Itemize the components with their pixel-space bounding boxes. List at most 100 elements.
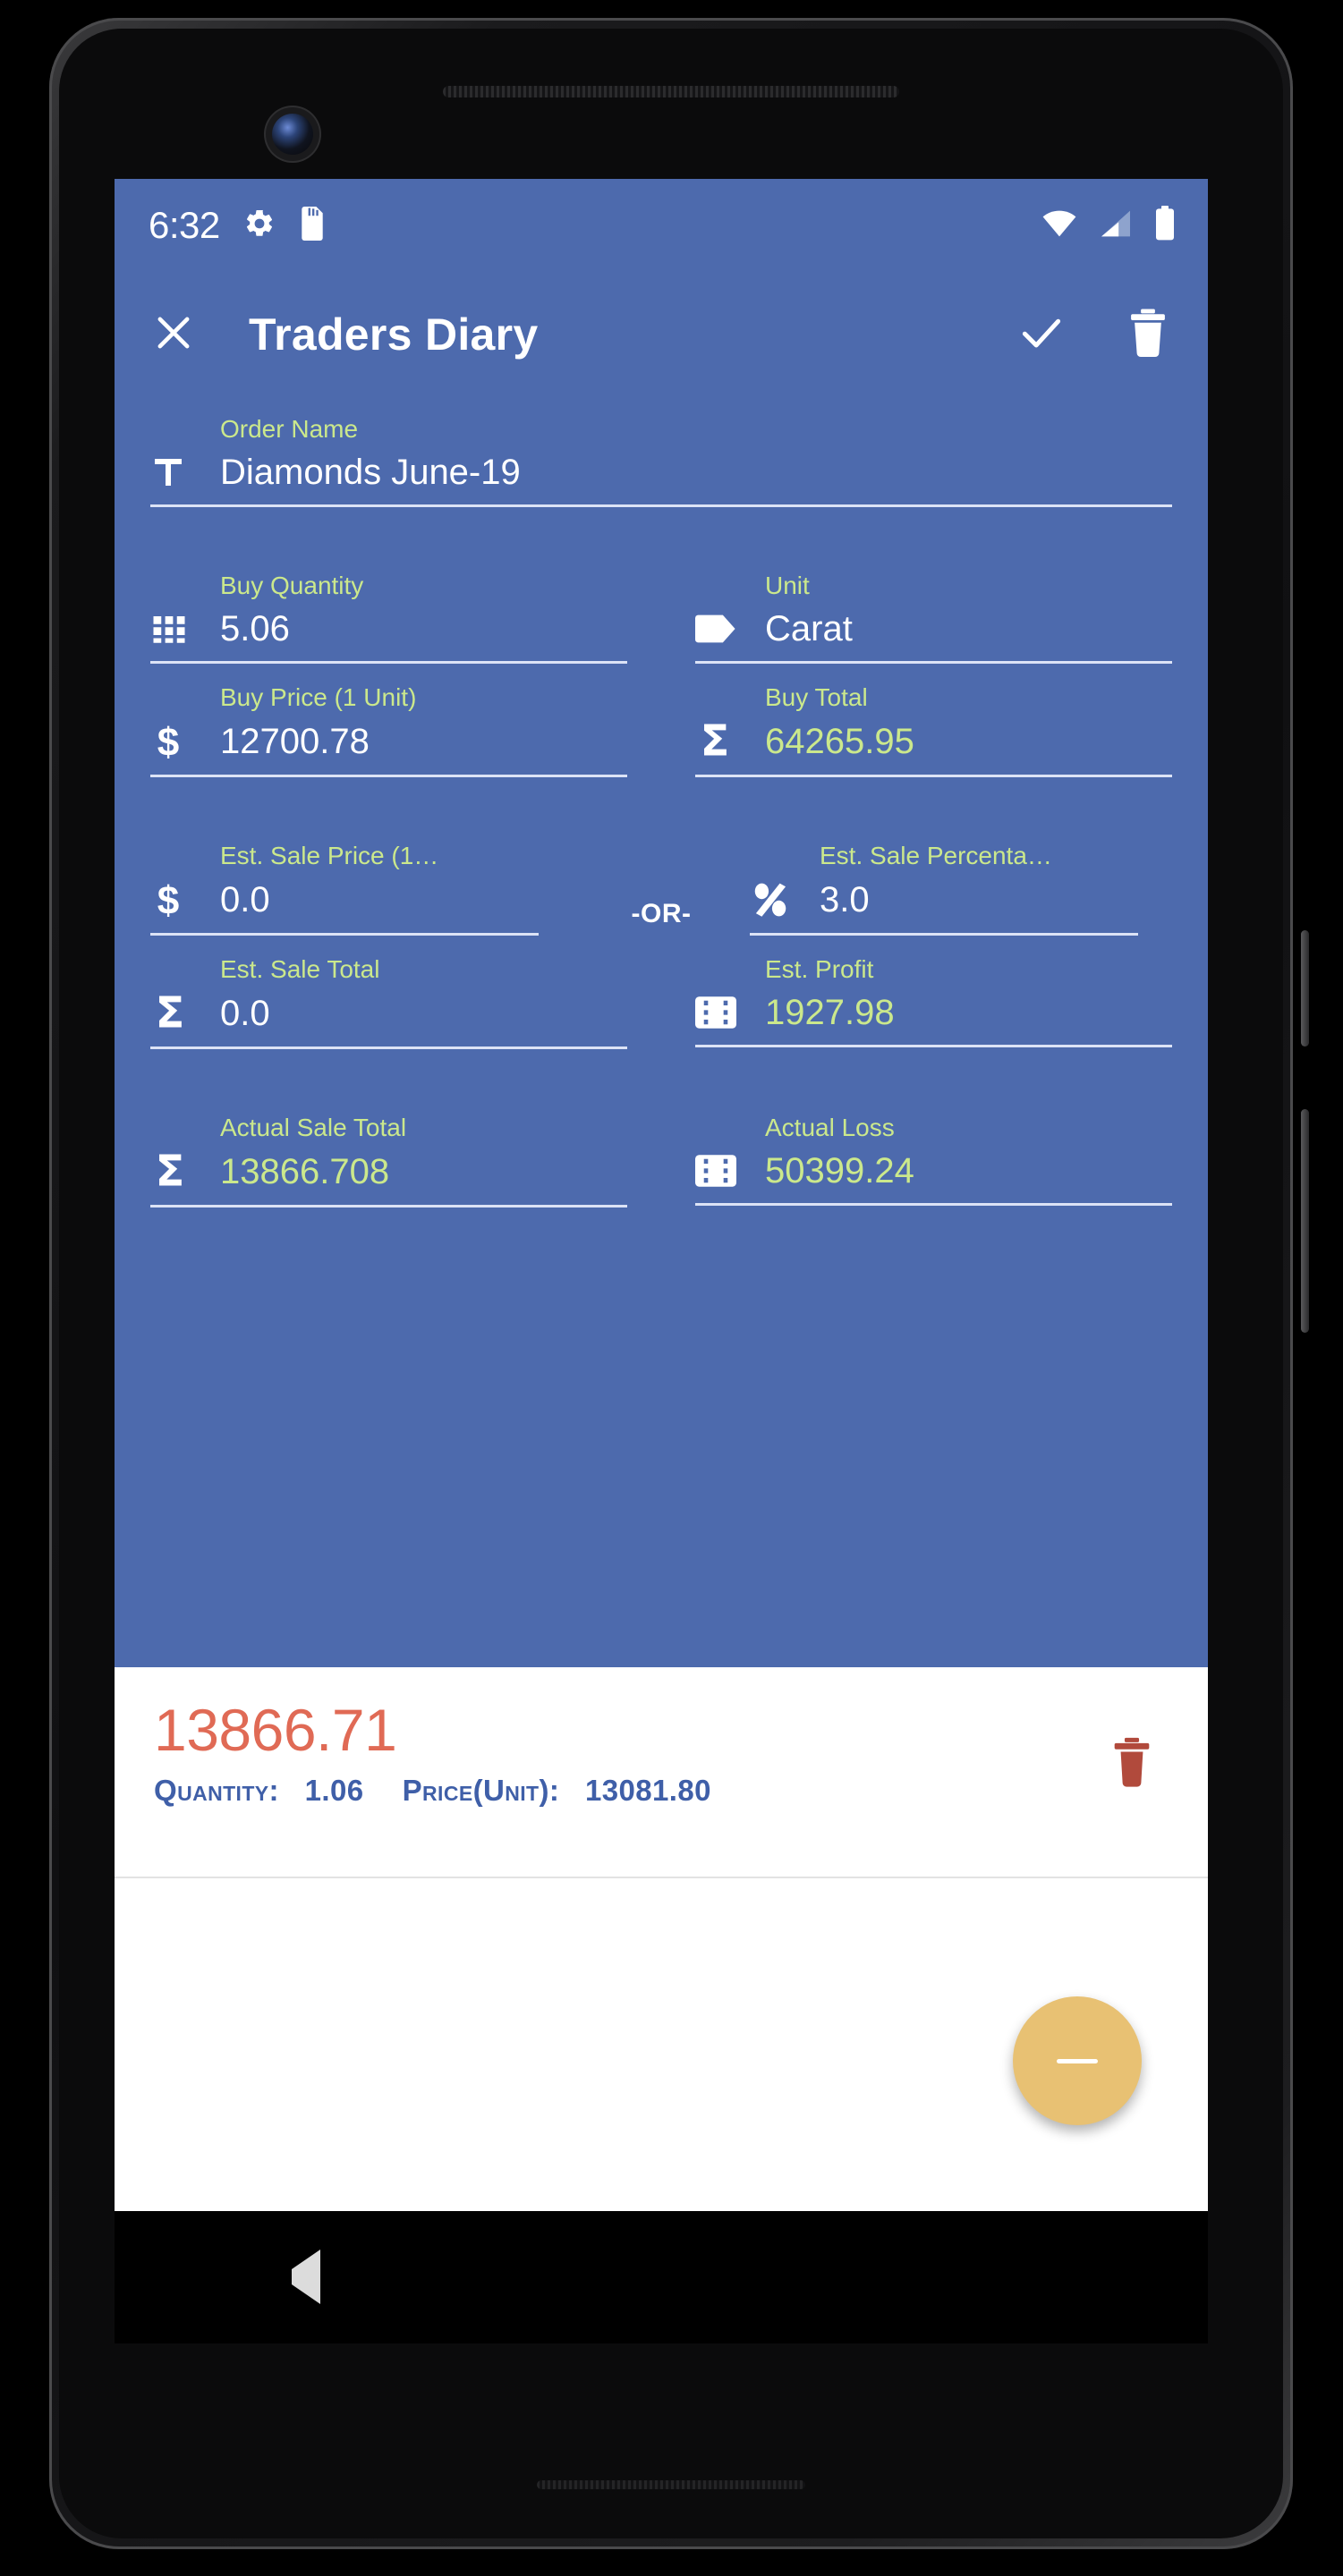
sigma-icon: Σ xyxy=(695,721,765,762)
entries-sheet: 13866.71 Quantity: 1.06 Price(Unit): 130… xyxy=(115,1667,1208,2211)
field-underline xyxy=(695,661,1172,664)
earpiece-speaker xyxy=(443,86,899,97)
field-value: 0.0 xyxy=(220,880,270,919)
field-underline xyxy=(150,775,627,777)
field-value: 0.0 xyxy=(220,994,270,1033)
form-row-actual: Actual Sale Total Σ 13866.708 Actual Los… xyxy=(150,1114,1172,1208)
or-separator-label: -OR- xyxy=(631,899,692,928)
field-underline xyxy=(695,1045,1172,1047)
field-underline xyxy=(150,933,539,936)
svg-text:Σ: Σ xyxy=(156,1151,185,1192)
field-label: Est. Sale Percenta… xyxy=(820,842,1052,869)
entry-amount: 13866.71 xyxy=(154,1697,397,1763)
form-row-est-sale: Est. Sale Price (1… $ 0.0 -OR- Est. Sale… xyxy=(150,842,1172,936)
tag-icon xyxy=(695,611,765,647)
field-actual-sale-total[interactable]: Actual Sale Total Σ 13866.708 xyxy=(150,1114,661,1208)
bottom-speaker xyxy=(537,2480,805,2489)
field-label: Est. Profit xyxy=(765,955,874,983)
device-side-button-power[interactable] xyxy=(1301,1109,1309,1333)
field-underline xyxy=(150,1046,627,1049)
field-underline xyxy=(150,504,1172,507)
svg-text:Σ: Σ xyxy=(156,993,185,1034)
field-value: 50399.24 xyxy=(765,1151,914,1191)
check-icon[interactable] xyxy=(1016,308,1067,362)
form-row-order-name: Order Name Diamonds June-19 xyxy=(150,415,1172,507)
field-label: Order Name xyxy=(220,415,359,443)
field-underline xyxy=(695,775,1172,777)
close-icon[interactable] xyxy=(150,309,197,360)
trash-icon[interactable] xyxy=(1111,1737,1152,1787)
entry-price-value: 13081.80 xyxy=(585,1774,711,1808)
form-row-price-total: Buy Price (1 Unit) $ 12700.78 Buy Total xyxy=(150,683,1172,777)
sd-card-icon xyxy=(299,206,326,245)
field-underline xyxy=(150,1205,627,1208)
status-bar-left: 6:32 xyxy=(149,204,326,247)
remove-entry-fab[interactable] xyxy=(1013,1996,1142,2125)
grid-icon xyxy=(150,610,220,648)
dollar-icon: $ xyxy=(150,721,220,762)
percent-icon xyxy=(750,879,820,920)
field-label: Unit xyxy=(765,572,810,599)
sigma-icon: Σ xyxy=(150,1151,220,1192)
field-est-sale-total[interactable]: Est. Sale Total Σ 0.0 xyxy=(150,955,661,1049)
svg-text:$: $ xyxy=(157,879,180,920)
screenshot-root: 6:32 Traders Diary Order Name Diamonds J… xyxy=(0,0,1343,2576)
wifi-icon xyxy=(1041,209,1077,242)
field-value: 13866.708 xyxy=(220,1152,390,1191)
field-label: Buy Total xyxy=(765,683,868,711)
field-buy-price[interactable]: Buy Price (1 Unit) $ 12700.78 xyxy=(150,683,661,777)
field-buy-total[interactable]: Buy Total Σ 64265.95 xyxy=(661,683,1172,777)
field-label: Actual Sale Total xyxy=(220,1114,407,1141)
list-item[interactable]: 13866.71 Quantity: 1.06 Price(Unit): 130… xyxy=(115,1667,1208,1878)
field-order-name[interactable]: Order Name Diamonds June-19 xyxy=(150,415,1172,507)
field-value: 3.0 xyxy=(820,880,870,919)
entry-price-label: Price(Unit): xyxy=(402,1774,560,1808)
field-value: 5.06 xyxy=(220,609,290,648)
field-value: Carat xyxy=(765,609,853,648)
battery-icon xyxy=(1154,205,1176,246)
field-est-sale-price[interactable]: Est. Sale Price (1… $ 0.0 xyxy=(150,842,644,936)
field-label: Est. Sale Price (1… xyxy=(220,842,439,869)
field-value: 64265.95 xyxy=(765,722,914,761)
svg-text:Σ: Σ xyxy=(701,721,730,762)
field-value: 12700.78 xyxy=(220,722,370,761)
gear-icon xyxy=(243,208,276,244)
device-side-button-volume[interactable] xyxy=(1301,930,1309,1046)
app-bar-actions xyxy=(1016,308,1169,362)
field-label: Buy Price (1 Unit) xyxy=(220,683,417,711)
status-bar-clock: 6:32 xyxy=(149,204,220,246)
form-row-quantity-unit: Buy Quantity 5.06 Unit Carat xyxy=(150,572,1172,664)
field-value: Diamonds June-19 xyxy=(220,453,521,492)
order-form: Order Name Diamonds June-19 Buy Quantity… xyxy=(115,397,1208,1208)
status-bar-right xyxy=(1041,205,1176,246)
entry-quantity-value: 1.06 xyxy=(304,1774,364,1808)
field-est-sale-percentage[interactable]: Est. Sale Percenta… 3.0 xyxy=(644,842,1172,936)
delete-icon[interactable] xyxy=(1127,308,1169,361)
ledger-icon xyxy=(695,995,765,1030)
front-camera xyxy=(272,114,313,155)
field-underline xyxy=(695,1203,1172,1206)
field-underline xyxy=(750,933,1138,936)
status-bar: 6:32 xyxy=(115,179,1208,272)
sigma-icon: Σ xyxy=(150,993,220,1034)
ledger-icon xyxy=(695,1153,765,1189)
field-est-profit[interactable]: Est. Profit 1927.98 xyxy=(661,955,1172,1049)
field-value: 1927.98 xyxy=(765,993,895,1032)
field-unit[interactable]: Unit Carat xyxy=(661,572,1172,664)
android-navigation-bar xyxy=(115,2211,1208,2343)
page-title: Traders Diary xyxy=(249,309,539,360)
back-triangle-icon[interactable] xyxy=(292,2250,321,2304)
dollar-icon: $ xyxy=(150,879,220,920)
field-buy-quantity[interactable]: Buy Quantity 5.06 xyxy=(150,572,661,664)
field-underline xyxy=(150,661,627,664)
minus-icon xyxy=(1057,2058,1098,2063)
field-label: Est. Sale Total xyxy=(220,955,380,983)
entry-quantity-label: Quantity: xyxy=(154,1774,279,1808)
field-actual-loss[interactable]: Actual Loss 50399.24 xyxy=(661,1114,1172,1208)
app-screen: 6:32 Traders Diary Order Name Diamonds J… xyxy=(115,179,1208,2211)
entry-details: Quantity: 1.06 Price(Unit): 13081.80 xyxy=(154,1774,1169,1808)
